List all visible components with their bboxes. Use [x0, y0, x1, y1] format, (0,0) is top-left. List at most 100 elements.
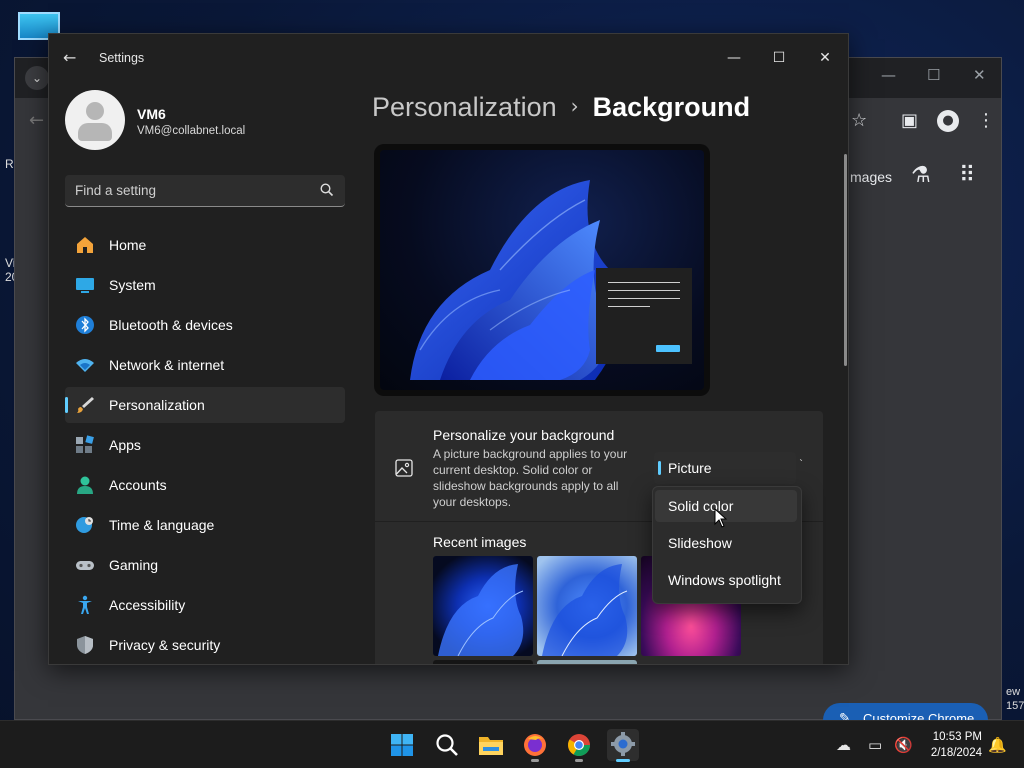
back-button[interactable]: ← — [63, 48, 83, 68]
sidebar-item-bluetooth[interactable]: Bluetooth & devices — [65, 307, 345, 343]
content-scrollbar[interactable] — [844, 154, 847, 366]
maximize-button[interactable]: ☐ — [763, 42, 795, 74]
taskbar-search-button[interactable] — [431, 729, 463, 761]
profile-icon[interactable]: ● — [937, 110, 959, 132]
search-icon — [436, 734, 458, 756]
sidebar-item-accessibility[interactable]: Accessibility — [65, 587, 345, 623]
title-bar: ← Settings — ☐ ✕ — [49, 34, 848, 82]
apps-icon — [76, 435, 94, 453]
running-indicator — [616, 759, 630, 762]
recent-images-label: Recent images — [433, 534, 527, 550]
start-button[interactable] — [386, 729, 418, 761]
bluetooth-icon — [76, 316, 94, 334]
breadcrumb-parent[interactable]: Personalization — [372, 92, 557, 122]
home-icon — [77, 237, 93, 253]
search-icon[interactable] — [319, 182, 335, 198]
images-link[interactable]: mages — [850, 169, 892, 185]
close-button[interactable]: ✕ — [809, 42, 841, 74]
labs-flask-icon[interactable]: ⚗ — [911, 163, 931, 188]
menu-item-windows-spotlight[interactable]: Windows spotlight — [655, 564, 797, 596]
background-text-fragment: ew — [1006, 686, 1021, 698]
background-type-dropdown[interactable]: Picture — [654, 452, 796, 484]
menu-item-slideshow[interactable]: Slideshow — [655, 527, 797, 559]
recent-image-thumbnail[interactable] — [537, 556, 637, 656]
search-input[interactable]: Find a setting — [75, 183, 156, 198]
sidebar-nav: Home System Bluetooth & devices Network … — [65, 227, 345, 664]
running-indicator — [575, 759, 583, 762]
sidebar-item-label: Bluetooth & devices — [109, 317, 233, 333]
recent-image-thumbnail[interactable] — [537, 660, 637, 664]
sidebar-item-accounts[interactable]: Accounts — [65, 467, 345, 503]
card-title: Personalize your background — [433, 427, 615, 443]
chevron-down-icon[interactable]: ˋ — [799, 459, 804, 470]
sidebar-item-network[interactable]: Network & internet — [65, 347, 345, 383]
clock[interactable]: 10:53 PM 2/18/2024 — [920, 729, 982, 761]
bookmark-star-icon[interactable]: ☆ — [851, 110, 867, 131]
avatar[interactable] — [65, 90, 125, 150]
sidebar-item-time-language[interactable]: Time & language — [65, 507, 345, 543]
sidebar-item-label: Gaming — [109, 557, 159, 573]
taskbar: ☁ ▭ 🔇 10:53 PM 2/18/2024 🔔 — [0, 720, 1024, 768]
sidebar-item-privacy-security[interactable]: Privacy & security — [65, 627, 345, 663]
dropdown-selected-value: Picture — [668, 460, 712, 476]
system-icon — [76, 278, 94, 293]
network-icon[interactable]: ▭ — [868, 736, 882, 754]
sidebar-item-gaming[interactable]: Gaming — [65, 547, 345, 583]
time-language-icon — [76, 517, 93, 533]
settings-gear-icon — [611, 732, 635, 756]
window-title: Settings — [99, 51, 145, 65]
sidebar-item-label: Network & internet — [109, 357, 225, 373]
folder-icon — [479, 737, 503, 755]
recent-image-thumbnail[interactable] — [433, 556, 533, 656]
clock-time: 10:53 PM — [932, 731, 982, 743]
card-description: A picture background applies to your cur… — [433, 447, 628, 509]
sidebar-item-home[interactable]: Home — [65, 227, 345, 263]
sidebar-item-label: Time & language — [109, 517, 215, 533]
network-icon — [76, 359, 94, 372]
sidebar-item-system[interactable]: System — [65, 267, 345, 303]
sidebar-item-apps[interactable]: Apps — [65, 427, 345, 463]
desktop-preview — [374, 144, 710, 396]
shield-icon — [77, 636, 93, 654]
firefox-button[interactable] — [519, 729, 551, 762]
chrome-minimize-button[interactable]: — — [881, 66, 896, 84]
minimize-button[interactable]: — — [718, 42, 750, 74]
sidebar-item-personalization[interactable]: Personalization — [65, 387, 345, 423]
breadcrumb: Personalization › Background — [372, 92, 750, 123]
background-text-fragment: 157 — [1006, 700, 1024, 712]
gaming-icon — [76, 561, 94, 570]
chrome-maximize-button[interactable]: ☐ — [927, 66, 940, 84]
settings-window: ← Settings — ☐ ✕ VM6 VM6@collabnet.local… — [48, 33, 849, 665]
back-arrow-icon[interactable]: ← — [29, 110, 44, 131]
chrome-close-button[interactable]: ✕ — [973, 66, 986, 84]
accounts-icon — [77, 476, 93, 494]
sidebar-item-label: Personalization — [109, 397, 205, 413]
sidebar-item-label: Accessibility — [109, 597, 186, 613]
recent-image-thumbnail[interactable] — [433, 660, 533, 664]
chrome-button[interactable] — [563, 729, 595, 762]
page-title: Background — [592, 92, 751, 122]
mouse-cursor-icon — [714, 508, 728, 528]
user-name: VM6 — [137, 106, 166, 122]
sidebar-item-label: Accounts — [109, 477, 167, 493]
sidebar-item-label: System — [109, 277, 156, 293]
find-setting-search[interactable]: Find a setting — [65, 175, 345, 207]
side-panel-icon[interactable]: ▣ — [901, 110, 918, 131]
sidebar-item-label: Privacy & security — [109, 637, 221, 653]
firefox-icon — [524, 734, 546, 756]
volume-muted-icon[interactable]: 🔇 — [894, 736, 913, 754]
tab-search-icon[interactable]: ⌄ — [25, 66, 49, 90]
file-explorer-button[interactable] — [475, 729, 507, 761]
notification-bell-icon[interactable]: 🔔 — [988, 736, 1007, 754]
desktop-text-fragment: R — [5, 157, 14, 171]
preview-dialog-window — [596, 268, 692, 364]
apps-grid-icon[interactable]: ⠿ — [959, 163, 975, 188]
personalization-icon — [77, 397, 94, 413]
accessibility-icon — [78, 595, 92, 614]
user-email: VM6@collabnet.local — [137, 125, 246, 137]
picture-icon — [395, 459, 413, 477]
onedrive-offline-icon[interactable]: ☁ — [836, 736, 851, 754]
chrome-icon — [568, 734, 590, 756]
chrome-menu-icon[interactable]: ⋮ — [977, 110, 995, 131]
settings-button[interactable] — [607, 729, 639, 762]
